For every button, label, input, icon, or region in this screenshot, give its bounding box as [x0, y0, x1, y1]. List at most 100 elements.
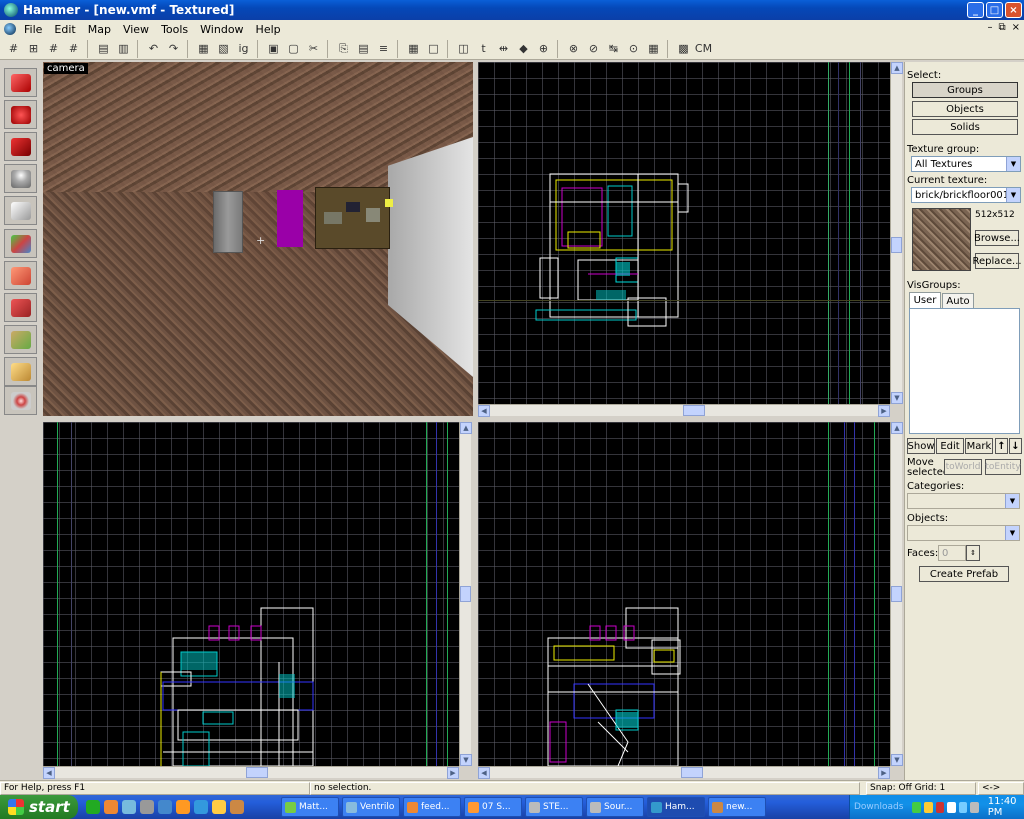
menu-file[interactable]: File [18, 23, 48, 36]
ventrilo-icon[interactable] [122, 800, 136, 814]
close-button[interactable]: × [1005, 2, 1022, 18]
mdi-close-button[interactable]: × [1012, 22, 1020, 33]
toolbar-button-icon[interactable]: ▥ [114, 40, 133, 58]
toolbar-button-icon[interactable]: ✂ [304, 40, 323, 58]
hammer-icon[interactable] [230, 800, 244, 814]
toolbar-button-icon[interactable]: ⊞ [24, 40, 43, 58]
texture-preview[interactable] [912, 208, 971, 271]
front-view-hscroll[interactable]: ◀ ▶ [43, 766, 459, 779]
objects-select[interactable]: ▼ [907, 525, 1020, 541]
toolbar-button-icon[interactable]: # [44, 40, 63, 58]
to-entity-button[interactable]: toEntity [985, 459, 1021, 475]
tray-icon[interactable] [935, 801, 945, 813]
dropdown-arrow-icon[interactable]: ▼ [1006, 157, 1020, 171]
taskbar-item[interactable]: STE... [525, 797, 583, 817]
taskbar-item[interactable]: feed... [403, 797, 461, 817]
toolbar-button-icon[interactable]: CM [694, 40, 713, 58]
menu-view[interactable]: View [117, 23, 155, 36]
create-prefab-button[interactable]: Create Prefab [919, 566, 1009, 582]
move-down-button[interactable]: ↓ [1009, 438, 1022, 454]
toolbar-button-icon[interactable]: ⊗ [564, 40, 583, 58]
texture-group-select[interactable]: All Textures ▼ [911, 156, 1021, 172]
steam-icon[interactable] [140, 800, 154, 814]
media-icon[interactable] [176, 800, 190, 814]
top-view-vscroll[interactable]: ▲ ▼ [890, 62, 903, 404]
toolbar-button-icon[interactable]: ⇹ [494, 40, 513, 58]
firefox-icon[interactable] [104, 800, 118, 814]
taskbar-item[interactable]: Ventrilo [342, 797, 400, 817]
selection-tool-button[interactable] [4, 68, 37, 97]
maximize-button[interactable]: □ [986, 2, 1003, 18]
edit-button[interactable]: Edit [936, 438, 964, 454]
tray-icon[interactable] [923, 801, 933, 813]
toolbar-button-icon[interactable]: ▤ [354, 40, 373, 58]
toolbar-button-icon[interactable]: ◫ [454, 40, 473, 58]
scroll-up-icon[interactable]: ▲ [460, 422, 472, 434]
top-view-viewport[interactable] [478, 62, 890, 404]
texture-tool-button[interactable] [4, 229, 37, 258]
clipping-tool-button[interactable] [4, 357, 37, 386]
replace-button[interactable]: Replace... [972, 253, 1022, 269]
mdi-minimize-button[interactable]: – [987, 22, 992, 33]
move-up-button[interactable]: ↑ [995, 438, 1008, 454]
select-groups-button[interactable]: Groups [912, 82, 1018, 98]
toolbar-button-icon[interactable]: ▩ [674, 40, 693, 58]
folder-icon[interactable] [212, 800, 226, 814]
volume-icon[interactable] [970, 801, 979, 813]
taskbar-item[interactable]: Ham... [647, 797, 705, 817]
tab-user[interactable]: User [909, 292, 941, 308]
toolbar-button-icon[interactable]: ⊙ [624, 40, 643, 58]
taskbar-item[interactable]: 07 S... [464, 797, 522, 817]
scroll-right-icon[interactable]: ▶ [447, 767, 459, 779]
apply-texture-button[interactable] [4, 261, 37, 290]
scroll-thumb[interactable] [683, 405, 705, 416]
toolbar-button-icon[interactable]: ↹ [604, 40, 623, 58]
quicklaunch-icon[interactable] [194, 800, 208, 814]
toolbar-button-icon[interactable]: ↷ [164, 40, 183, 58]
toolbar-button-icon[interactable]: ▦ [194, 40, 213, 58]
minimize-button[interactable]: _ [967, 2, 984, 18]
document-icon[interactable] [4, 23, 16, 35]
categories-select[interactable]: ▼ [907, 493, 1020, 509]
toolbar-button-icon[interactable]: ⊘ [584, 40, 603, 58]
scroll-up-icon[interactable]: ▲ [891, 62, 903, 74]
side-view-viewport[interactable] [478, 422, 890, 766]
toolbar-button-icon[interactable]: ⎘ [334, 40, 353, 58]
block-tool-button[interactable] [4, 196, 37, 225]
toolbar-button-icon[interactable]: # [64, 40, 83, 58]
scroll-left-icon[interactable]: ◀ [478, 767, 490, 779]
faces-stepper[interactable]: ⇕ [966, 545, 980, 561]
scroll-down-icon[interactable]: ▼ [891, 392, 903, 404]
toolbar-button-icon[interactable]: ◆ [514, 40, 533, 58]
side-view-hscroll[interactable]: ◀ ▶ [478, 766, 890, 779]
quicklaunch-icon[interactable] [158, 800, 172, 814]
scroll-left-icon[interactable]: ◀ [43, 767, 55, 779]
toolbar-button-icon[interactable]: # [4, 40, 23, 58]
overlay-tool-button[interactable] [4, 325, 37, 354]
toolbar-button-icon[interactable]: ig [234, 40, 253, 58]
downloads-toolbar[interactable]: Downloads [854, 802, 903, 812]
toolbar-button-icon[interactable]: □ [424, 40, 443, 58]
toolbar-button-icon[interactable]: ▧ [214, 40, 233, 58]
mdi-restore-button[interactable]: ⧉ [998, 22, 1005, 33]
tray-icon[interactable] [947, 801, 956, 813]
faces-field[interactable]: 0 [938, 545, 966, 561]
magnify-tool-button[interactable] [4, 100, 37, 129]
scroll-thumb[interactable] [246, 767, 268, 778]
scroll-down-icon[interactable]: ▼ [460, 754, 472, 766]
taskbar-item[interactable]: new... [708, 797, 766, 817]
menu-window[interactable]: Window [194, 23, 249, 36]
browse-button[interactable]: Browse... [974, 230, 1020, 246]
clock[interactable]: 11:40 PM [988, 796, 1024, 818]
toolbar-button-icon[interactable]: ▦ [644, 40, 663, 58]
show-button[interactable]: Show [907, 438, 935, 454]
front-view-viewport[interactable] [43, 422, 459, 766]
front-view-vscroll[interactable]: ▲ ▼ [459, 422, 472, 766]
menu-help[interactable]: Help [250, 23, 287, 36]
toolbar-button-icon[interactable]: ▣ [264, 40, 283, 58]
start-button[interactable]: start [0, 795, 78, 819]
to-world-button[interactable]: toWorld [944, 459, 982, 475]
taskbar-item[interactable]: Sour... [586, 797, 644, 817]
menu-edit[interactable]: Edit [48, 23, 81, 36]
scroll-left-icon[interactable]: ◀ [478, 405, 490, 417]
